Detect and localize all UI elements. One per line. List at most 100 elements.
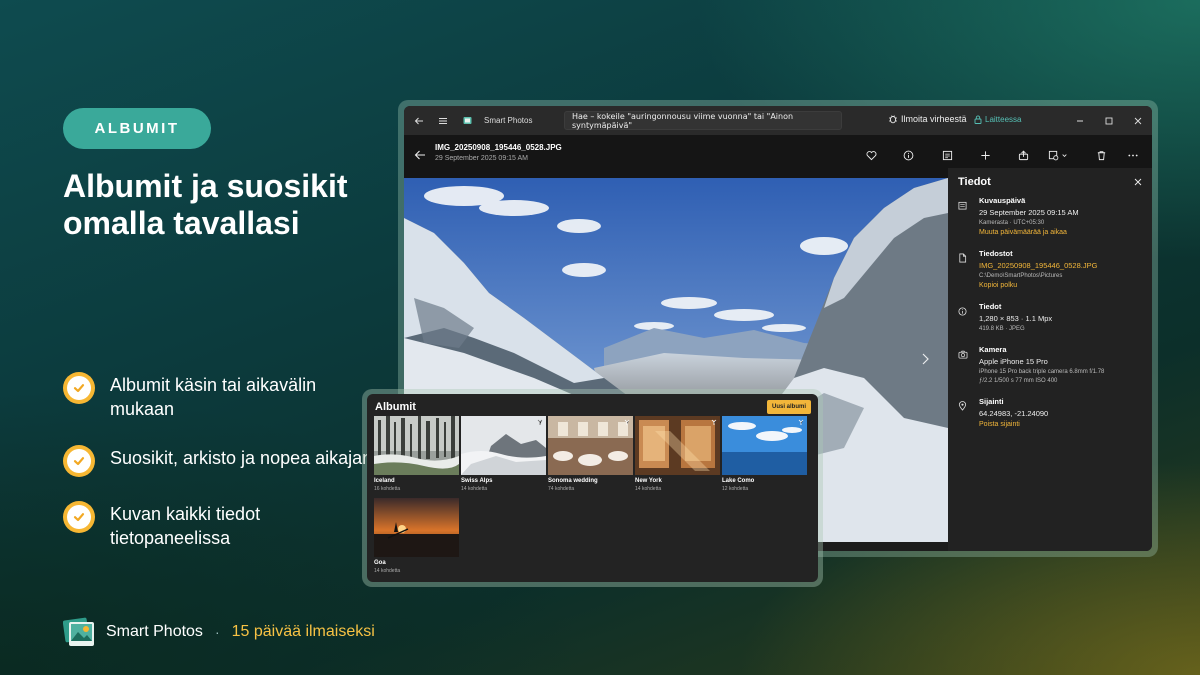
album-tile[interactable]: Sonoma wedding 74 kohdetta [548, 416, 633, 492]
check-icon [63, 445, 95, 477]
report-bug-button[interactable]: Ilmoita virheestä [888, 114, 967, 124]
feature-text: Kuvan kaikki tiedot tietopaneelissa [110, 504, 261, 548]
close-window-icon[interactable] [1123, 106, 1152, 135]
close-panel-icon[interactable] [1134, 178, 1142, 186]
back-arrow-icon[interactable] [412, 114, 426, 128]
album-name: New York [635, 478, 662, 484]
album-name: Iceland [374, 478, 395, 484]
album-count: 14 kohdetta [635, 486, 662, 492]
search-input[interactable]: Hae – kokeile "auringonnousu viime vuonn… [564, 111, 842, 130]
headline: Albumit ja suosikit omalla tavallasi [63, 168, 348, 241]
on-device-label: Laitteessa [985, 115, 1022, 124]
feature-item: Suosikit, arkisto ja nopea aikajana [63, 445, 383, 477]
feature-text: Suosikit, arkisto ja nopea aikajana [110, 448, 383, 468]
album-thumbnail [548, 416, 633, 475]
album-tile[interactable]: New York 14 kohdetta [635, 416, 720, 492]
albums-title: Albumit [375, 401, 416, 413]
more-options-icon[interactable] [1126, 148, 1140, 162]
album-tile[interactable]: Lake Como 12 kohdetta [722, 416, 807, 492]
image-info-title: Tiedot [979, 302, 1002, 311]
viewer-back-icon[interactable] [414, 148, 426, 166]
album-count: 74 kohdetta [548, 486, 575, 492]
albums-window: Albumit Uusi albumi Iceland 16 kohdetta … [367, 394, 818, 582]
app-icon [460, 114, 474, 128]
details-panel-icon[interactable] [940, 148, 954, 162]
feature-item: Albumit käsin tai aikavälin mukaan [63, 372, 383, 421]
copy-path-link[interactable]: Kopioi polku [979, 282, 1142, 289]
delete-icon[interactable] [1094, 148, 1108, 162]
add-icon[interactable] [978, 148, 992, 162]
brand-footer: Smart Photos · 15 päivää ilmaiseksi [63, 615, 375, 649]
window-controls [1065, 106, 1152, 135]
album-thumbnail [461, 416, 546, 475]
location-coordinates: 64.24983, -21.24090 [979, 409, 1049, 418]
album-count: 14 kohdetta [374, 568, 401, 574]
sea-sky-image [722, 416, 807, 475]
maximize-icon[interactable] [1094, 106, 1123, 135]
change-date-link[interactable]: Muuta päivämäärää ja aikaa [979, 229, 1142, 236]
location-title: Sijainti [979, 397, 1004, 406]
file-path: C:\Demo\SmartPhotos\Pictures [979, 273, 1063, 279]
location-section: Sijainti 64.24983, -21.24090 Poista sija… [958, 397, 1142, 431]
file-datetime: 29 September 2025 09:15 AM [435, 155, 529, 162]
album-name: Goa [374, 560, 386, 566]
camera-model: Apple iPhone 15 Pro [979, 357, 1048, 366]
capture-date-title: Kuvauspäivä [979, 196, 1026, 205]
album-count: 16 kohdetta [374, 486, 401, 492]
menu-icon[interactable] [436, 114, 450, 128]
app-title: Smart Photos [484, 116, 533, 125]
album-name: Swiss Alps [461, 478, 493, 484]
sunset-beach-image [374, 498, 459, 557]
new-album-button[interactable]: Uusi albumi [766, 400, 811, 414]
feature-list: Albumit käsin tai aikavälin mukaan Suosi… [63, 372, 383, 574]
edit-dropdown-icon[interactable] [1046, 148, 1072, 162]
camera-title: Kamera [979, 345, 1007, 354]
album-thumbnail [374, 498, 459, 557]
share-icon[interactable] [1016, 148, 1030, 162]
trial-offer: 15 päivää ilmaiseksi [231, 623, 375, 640]
album-tile[interactable]: Swiss Alps 14 kohdetta [461, 416, 546, 492]
report-bug-label: Ilmoita virheestä [901, 114, 967, 124]
camera-section: Kamera Apple iPhone 15 Pro iPhone 15 Pro… [958, 345, 1142, 387]
file-section: Tiedostot IMG_20250908_195446_0528.JPG C… [958, 249, 1142, 292]
brand-name: Smart Photos [106, 623, 203, 640]
album-count: 14 kohdetta [461, 486, 488, 492]
city-window-image [635, 416, 720, 475]
lock-icon [974, 115, 982, 124]
details-panel: Tiedot Kuvauspäivä 29 September 2025 09:… [948, 168, 1152, 551]
forest-image [374, 416, 459, 475]
bug-icon [889, 115, 897, 124]
info-icon[interactable] [901, 148, 915, 162]
camera-icon [958, 350, 968, 359]
on-device-status[interactable]: Laitteessa [974, 115, 1021, 124]
album-thumbnail [374, 416, 459, 475]
camera-lens: iPhone 15 Pro back triple camera 6.8mm f… [979, 369, 1105, 375]
feature-text: Albumit käsin tai aikavälin mukaan [110, 375, 317, 419]
image-info-section: Tiedot 1,280 × 853 · 1.1 Mpx 419.8 KB · … [958, 302, 1142, 335]
image-dimensions: 1,280 × 853 · 1.1 Mpx [979, 314, 1053, 323]
album-count: 12 kohdetta [722, 486, 749, 492]
file-name-link[interactable]: IMG_20250908_195446_0528.JPG [979, 261, 1142, 270]
app-logo-icon [63, 617, 94, 646]
check-icon [63, 372, 95, 404]
album-tile[interactable]: Goa 14 kohdetta [374, 498, 459, 574]
file-icon [959, 253, 967, 263]
album-name: Lake Como [722, 478, 755, 484]
info-circle-icon [958, 307, 967, 316]
category-badge: ALBUMIT [63, 108, 211, 149]
title-bar: Smart Photos Hae – kokeile "auringonnous… [404, 106, 1152, 135]
album-name: Sonoma wedding [548, 478, 598, 484]
location-pin-icon [958, 401, 967, 411]
details-title: Tiedot [958, 176, 991, 188]
calendar-icon [958, 201, 967, 210]
camera-exposure: ƒ/2.2 1/500 s 77 mm ISO 400 [979, 378, 1058, 384]
file-section-title: Tiedostot [979, 249, 1013, 258]
remove-location-link[interactable]: Poista sijainti [979, 421, 1142, 428]
capture-date-source: Kamerasta · UTC+05:30 [979, 220, 1045, 226]
minimize-icon[interactable] [1065, 106, 1094, 135]
misty-mountain-image [461, 416, 546, 475]
album-tile[interactable]: Iceland 16 kohdetta [374, 416, 459, 492]
album-thumbnail [722, 416, 807, 475]
favorite-heart-icon[interactable] [864, 148, 878, 162]
capture-date-value: 29 September 2025 09:15 AM [979, 208, 1079, 217]
